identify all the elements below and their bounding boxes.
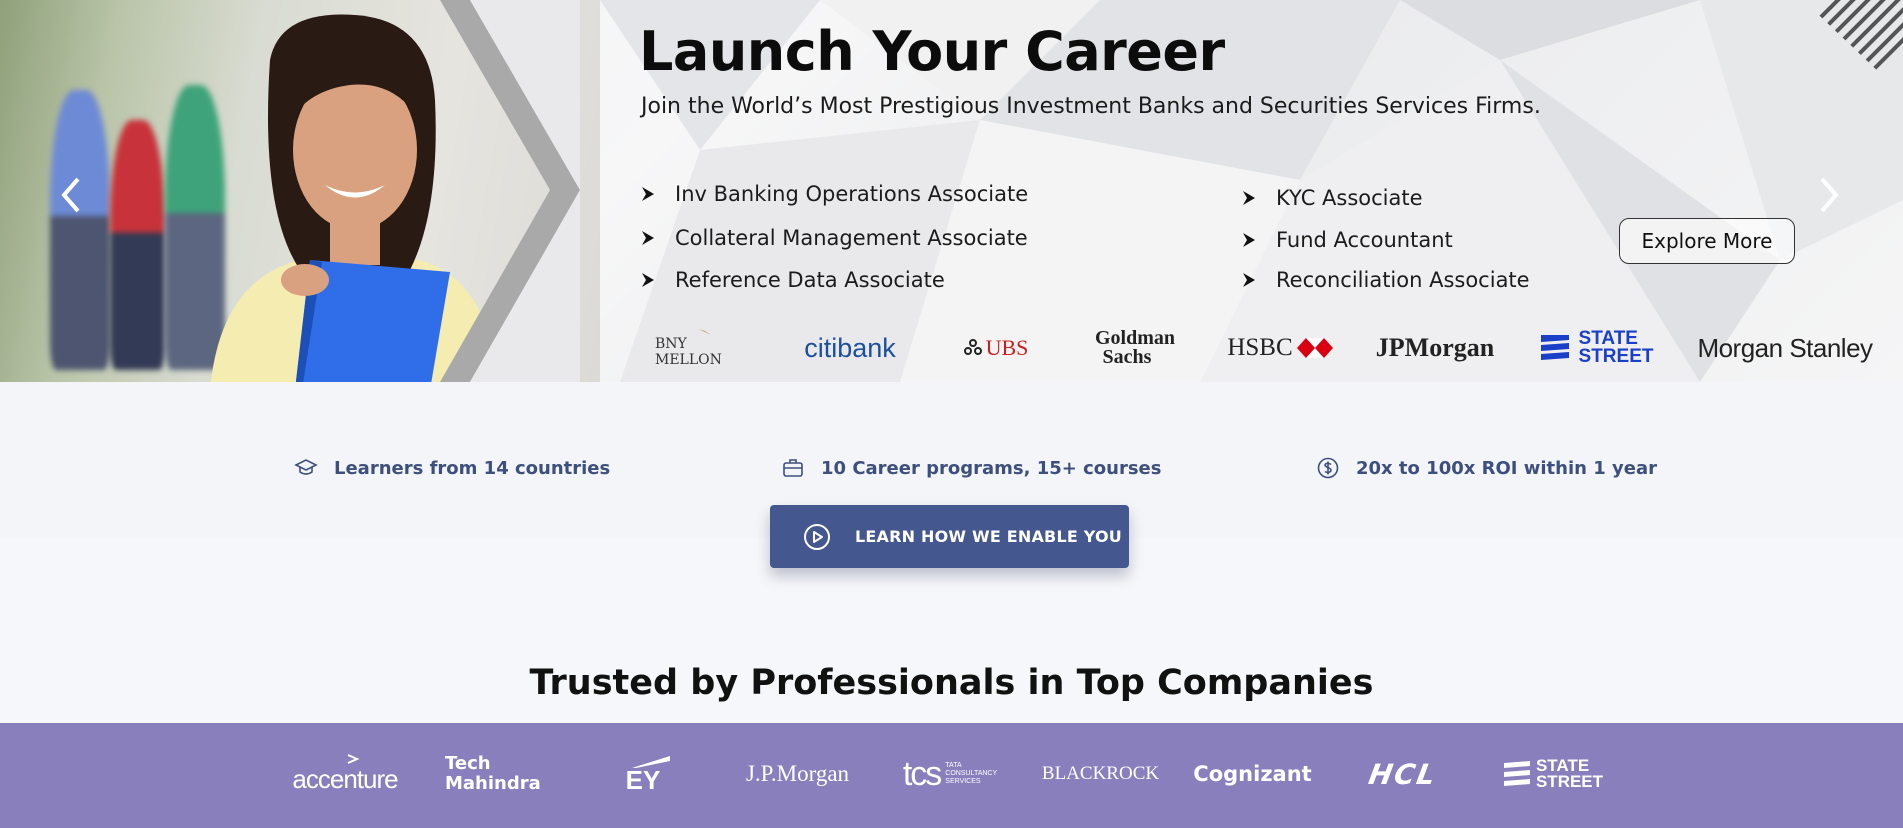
hsbc-logo: HSBC	[1225, 328, 1335, 368]
role-label: KYC Associate	[1276, 186, 1423, 210]
hero-hexagon-frame	[440, 0, 580, 382]
stat-programs: 10 Career programs, 15+ courses	[781, 456, 1161, 480]
graduation-cap-icon	[294, 459, 318, 475]
role-label: Collateral Management Associate	[675, 226, 1028, 250]
hcl-logo: HCL	[1366, 757, 1440, 791]
role-label: Reference Data Associate	[675, 268, 945, 292]
chevron-right-icon	[1820, 177, 1839, 213]
ubs-keys-icon	[963, 339, 982, 355]
citibank-logo: citibank	[804, 332, 896, 363]
bny-mellon-mark-icon	[698, 329, 712, 335]
state-street-mark-icon	[1503, 761, 1530, 786]
state-street-mark-icon	[1540, 335, 1569, 360]
morgan-stanley-logo: Morgan Stanley	[1697, 332, 1873, 363]
state-street-company-logo: STATE STREET	[1495, 752, 1610, 796]
jp-morgan-logo: J.P.Morgan	[745, 761, 850, 786]
accenture-logo: accenture	[290, 752, 400, 796]
tcs-logo: tcs TATA CONSULTANCY SERVICES	[902, 754, 998, 793]
explore-more-button[interactable]: Explore More	[1619, 218, 1795, 264]
stat-learners: Learners from 14 countries	[294, 456, 610, 480]
hero-subtitle: Join the World’s Most Prestigious Invest…	[641, 94, 1541, 119]
carousel-prev-button[interactable]	[50, 170, 90, 220]
chevron-left-icon	[61, 177, 80, 213]
cognizant-logo: Cognizant	[1193, 762, 1312, 786]
chevron-right-icon	[1243, 233, 1255, 247]
role-item: Inv Banking Operations Associate	[639, 182, 1028, 206]
chevron-right-icon	[1243, 191, 1255, 205]
role-item: Collateral Management Associate	[639, 226, 1028, 250]
ey-logo: EY	[615, 752, 685, 796]
role-item: KYC Associate	[1240, 186, 1423, 210]
role-label: Reconciliation Associate	[1276, 268, 1530, 292]
stat-roi: 20x to 100x ROI within 1 year	[1316, 456, 1657, 480]
hsbc-hexagon-icon	[1296, 338, 1333, 358]
hero-carousel: Launch Your Career Join the World’s Most…	[0, 0, 1903, 382]
goldman-sachs-logo: Goldman Sachs	[1094, 327, 1176, 368]
accenture-chevron-icon	[347, 753, 360, 764]
carousel-next-button[interactable]	[1810, 170, 1850, 220]
role-label: Fund Accountant	[1276, 228, 1453, 252]
dollar-circle-icon	[1317, 457, 1339, 479]
role-label: Inv Banking Operations Associate	[675, 182, 1029, 206]
hero-title: Launch Your Career	[639, 20, 1225, 83]
stat-learners-text: Learners from 14 countries	[334, 457, 611, 479]
role-item: Reference Data Associate	[639, 268, 945, 292]
play-circle-icon	[804, 523, 830, 550]
hero-photo	[0, 0, 600, 382]
briefcase-icon	[783, 459, 803, 477]
learn-how-button[interactable]: LEARN HOW WE ENABLE YOU	[770, 505, 1129, 568]
trusted-heading: Trusted by Professionals in Top Companie…	[529, 663, 1374, 703]
chevron-right-icon	[1243, 273, 1255, 287]
stat-programs-text: 10 Career programs, 15+ courses	[821, 457, 1162, 479]
bny-mellon-logo: BNY MELLON	[655, 328, 755, 368]
chevron-right-icon	[642, 187, 654, 201]
chevron-right-icon	[642, 231, 654, 245]
stat-roi-text: 20x to 100x ROI within 1 year	[1356, 457, 1657, 479]
ubs-logo: UBS	[955, 328, 1035, 368]
diagonal-stripes-decoration	[1803, 0, 1903, 95]
chevron-right-icon	[642, 273, 654, 287]
jpmorgan-logo: JPMorgan	[1375, 333, 1495, 362]
role-item: Reconciliation Associate	[1240, 268, 1530, 292]
state-street-logo: STATE STREET	[1535, 328, 1655, 368]
blackrock-logo: BLACKROCK	[1041, 763, 1160, 784]
role-item: Fund Accountant	[1240, 228, 1453, 252]
tech-mahindra-logo: Tech Mahindra	[445, 753, 541, 794]
learn-how-label: LEARN HOW WE ENABLE YOU	[855, 527, 1122, 546]
